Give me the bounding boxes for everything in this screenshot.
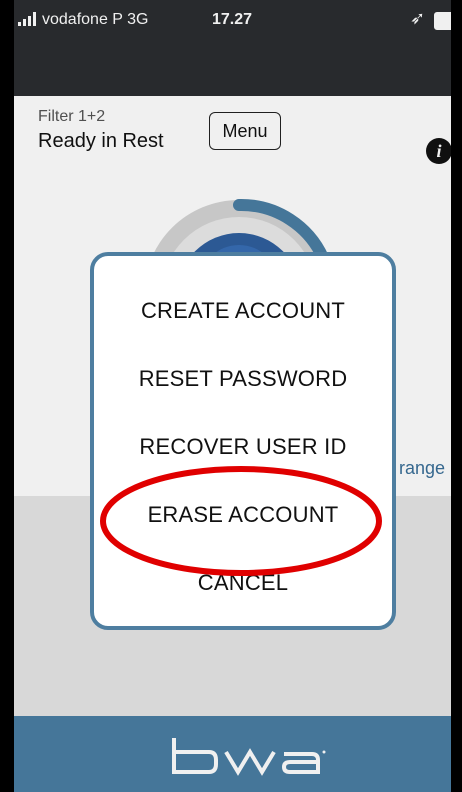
recover-user-id-option[interactable]: RECOVER USER ID <box>94 434 392 460</box>
reset-password-option[interactable]: RESET PASSWORD <box>94 366 392 392</box>
phone-screen: vodafone P 3G 17.27 ➶ Filter 1+2 Ready i… <box>14 0 451 792</box>
create-account-option[interactable]: CREATE ACCOUNT <box>94 298 392 324</box>
highlight-ellipse <box>100 466 382 576</box>
